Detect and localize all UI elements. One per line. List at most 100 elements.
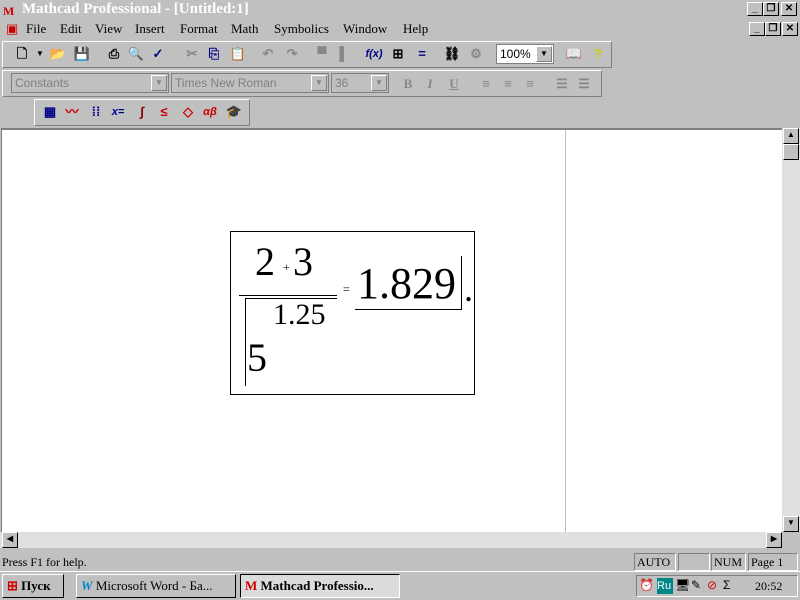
formatting-toolbar: Constants ▼ Times New Roman ▼ 36 ▼ B I U ≡ … bbox=[2, 70, 602, 97]
menu-format[interactable]: Format bbox=[180, 19, 218, 39]
minimize-button[interactable]: _ bbox=[747, 2, 763, 16]
symbolic-palette-icon[interactable]: 🎓 bbox=[225, 103, 243, 121]
mathcad-task-icon: M bbox=[245, 578, 258, 593]
start-label: Пуск bbox=[21, 578, 51, 593]
doc-restore-button[interactable]: ❐ bbox=[765, 22, 781, 36]
menu-edit[interactable]: Edit bbox=[60, 19, 82, 39]
matrix-palette-icon[interactable]: ⁞⁞ bbox=[87, 103, 105, 121]
operator-plus: + bbox=[283, 260, 290, 274]
page-boundary bbox=[565, 130, 566, 532]
help-icon[interactable]: ? bbox=[589, 45, 607, 63]
insert-function-icon[interactable]: f(x) bbox=[365, 45, 383, 63]
size-select[interactable]: 36 ▼ bbox=[331, 73, 389, 93]
copy-icon[interactable]: ⎘ bbox=[205, 45, 223, 63]
redo-icon[interactable]: ↷ bbox=[283, 45, 301, 63]
paste-icon[interactable]: 📋 bbox=[229, 45, 247, 63]
italic-button[interactable]: I bbox=[421, 75, 439, 93]
scroll-left-button[interactable]: ◀ bbox=[2, 532, 18, 548]
menu-insert[interactable]: Insert bbox=[135, 19, 165, 39]
tool-icon[interactable]: ✎ bbox=[691, 578, 701, 592]
resource-center-icon[interactable]: 📖 bbox=[565, 45, 583, 63]
align-left-text-icon[interactable]: ≡ bbox=[477, 75, 495, 93]
underline-button[interactable]: U bbox=[445, 75, 463, 93]
print-icon[interactable]: ⎙ bbox=[105, 45, 123, 63]
menu-window[interactable]: Window bbox=[343, 19, 387, 39]
undo-icon[interactable]: ↶ bbox=[259, 45, 277, 63]
zoom-value: 100% bbox=[500, 47, 531, 61]
menu-symbolics[interactable]: Symbolics bbox=[274, 19, 329, 39]
close-button[interactable]: ✕ bbox=[781, 2, 797, 16]
radical-sign bbox=[245, 298, 246, 386]
spell-check-icon[interactable]: ✓ bbox=[149, 45, 167, 63]
bullets-icon[interactable]: ☰ bbox=[553, 75, 571, 93]
vertical-scroll-thumb[interactable] bbox=[783, 144, 799, 160]
restore-button[interactable]: ❐ bbox=[763, 2, 779, 16]
new-dropdown-icon[interactable]: ▼ bbox=[31, 45, 49, 63]
no-entry-icon[interactable]: ⊘ bbox=[707, 578, 717, 592]
scroll-down-button[interactable]: ▼ bbox=[783, 516, 799, 532]
calculus-palette-icon[interactable]: ∫ bbox=[133, 103, 151, 121]
vertical-scrollbar[interactable]: ▲ ▼ bbox=[782, 128, 800, 532]
style-select[interactable]: Constants ▼ bbox=[11, 73, 169, 93]
horizontal-scrollbar[interactable]: ◀ ▶ bbox=[0, 532, 782, 548]
language-indicator[interactable]: Ru bbox=[657, 578, 673, 594]
title-bar: M Mathcad Professional - [Untitled:1] bbox=[0, 0, 800, 19]
menu-math[interactable]: Math bbox=[231, 19, 258, 39]
menu-view[interactable]: View bbox=[95, 19, 122, 39]
graph-palette-icon[interactable]: 〰 bbox=[63, 103, 81, 121]
numerator-a: 2 bbox=[255, 239, 275, 284]
bold-button[interactable]: B bbox=[399, 75, 417, 93]
edit-underline bbox=[355, 309, 462, 310]
document-icon[interactable]: ▣ bbox=[6, 19, 18, 39]
taskbar-mathcad[interactable]: M Mathcad Professio... bbox=[240, 574, 400, 598]
math-toolbar: ▦ 〰 ⁞⁞ x= ∫ ≤ ◇ αβ 🎓 bbox=[34, 99, 250, 126]
menu-help[interactable]: Help bbox=[403, 19, 428, 39]
start-button[interactable]: ⊞ Пуск bbox=[2, 574, 64, 598]
insert-component-icon[interactable]: ⛓ bbox=[443, 45, 461, 63]
open-icon[interactable]: 📂 bbox=[49, 45, 67, 63]
radicand: 1.25 bbox=[273, 298, 326, 331]
clock: 20:52 bbox=[755, 579, 783, 593]
edit-cursor bbox=[461, 256, 462, 310]
status-caps bbox=[678, 553, 710, 571]
align-right-icon[interactable]: ≡ bbox=[521, 75, 539, 93]
status-auto: AUTO bbox=[634, 553, 676, 571]
size-value: 36 bbox=[335, 76, 349, 90]
save-icon[interactable]: 💾 bbox=[73, 45, 91, 63]
doc-close-button[interactable]: ✕ bbox=[782, 22, 798, 36]
resource-icon[interactable]: ⚙ bbox=[467, 45, 485, 63]
window-title: Mathcad Professional - [Untitled:1] bbox=[22, 1, 249, 17]
taskbar-word[interactable]: W Microsoft Word - Ба... bbox=[76, 574, 236, 598]
doc-minimize-button[interactable]: _ bbox=[749, 22, 765, 36]
calculate-icon[interactable]: = bbox=[413, 45, 431, 63]
menu-file[interactable]: File bbox=[26, 19, 46, 39]
insert-unit-icon[interactable]: ⊞ bbox=[389, 45, 407, 63]
scheduler-icon[interactable]: ⏰ bbox=[639, 578, 654, 592]
programming-palette-icon[interactable]: ◇ bbox=[179, 103, 197, 121]
monitor-icon[interactable]: 🖥 bbox=[675, 578, 690, 592]
menu-bar: ▣ File Edit View Insert Format Math Symb… bbox=[0, 19, 800, 39]
new-icon[interactable]: 🗋 bbox=[13, 45, 31, 63]
zoom-select[interactable]: 100% ▼ bbox=[496, 44, 554, 64]
align-left-icon[interactable]: ▌ bbox=[335, 45, 353, 63]
status-num: NUM bbox=[711, 553, 746, 571]
math-region[interactable]: 2 + 3 1.25 5 = 1.829 . bbox=[230, 231, 475, 395]
numbering-icon[interactable]: ☰ bbox=[575, 75, 593, 93]
evaluation-palette-icon[interactable]: x= bbox=[109, 103, 127, 121]
status-help: Press F1 for help. bbox=[2, 555, 87, 569]
word-label: Microsoft Word - Ба... bbox=[95, 578, 213, 593]
scroll-right-button[interactable]: ▶ bbox=[766, 532, 782, 548]
system-tray: ⏰ Ru 🖥 ✎ ⊘ Σ 20:52 bbox=[636, 575, 798, 597]
scroll-up-button[interactable]: ▲ bbox=[783, 128, 799, 144]
boolean-palette-icon[interactable]: ≤ bbox=[155, 103, 173, 121]
cut-icon[interactable]: ✂ bbox=[183, 45, 201, 63]
worksheet[interactable]: 2 + 3 1.25 5 = 1.829 . bbox=[1, 128, 782, 532]
calculator-palette-icon[interactable]: ▦ bbox=[41, 103, 59, 121]
greek-palette-icon[interactable]: αβ bbox=[201, 103, 219, 121]
font-select[interactable]: Times New Roman ▼ bbox=[171, 73, 329, 93]
sigma-icon[interactable]: Σ bbox=[723, 578, 730, 592]
align-top-icon[interactable]: ▀ bbox=[313, 45, 331, 63]
fraction-bar bbox=[239, 295, 337, 296]
align-center-icon[interactable]: ≡ bbox=[499, 75, 517, 93]
print-preview-icon[interactable]: 🔍 bbox=[127, 45, 145, 63]
